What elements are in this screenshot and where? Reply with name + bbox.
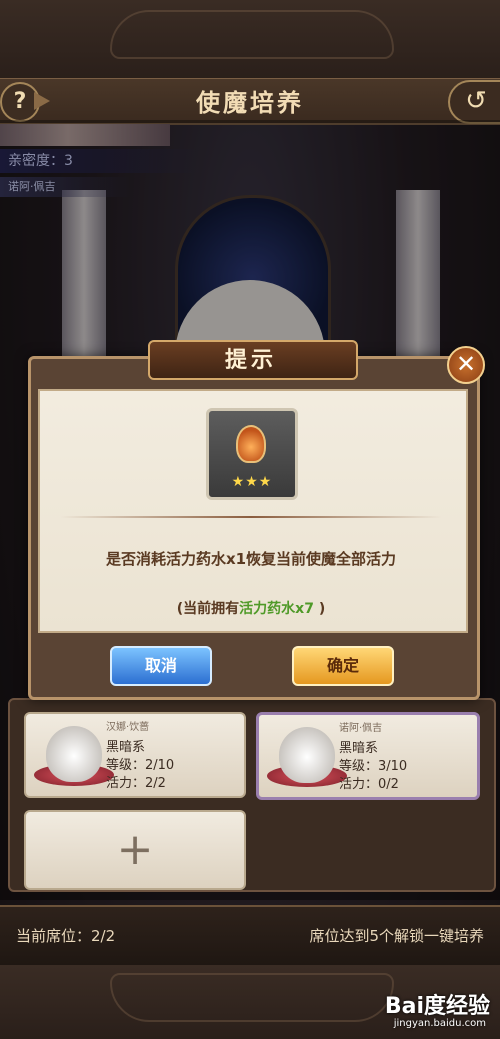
current-seat-label: 当前席位：2/2 (16, 927, 116, 945)
familiar-energy: 活力：0/2 (339, 777, 399, 792)
familiar-card[interactable]: 汉娜·饮蔷 黑暗系 等级：2/10 活力：2/2 (24, 712, 246, 798)
page-title: 使魔培养 (196, 89, 304, 117)
dialog-title: 提示 (224, 348, 277, 373)
top-ornate-frame (0, 0, 500, 82)
cancel-button[interactable]: 取消 (110, 646, 212, 686)
owned-item: 活力药水x7 (239, 601, 314, 617)
confirm-button[interactable]: 确定 (292, 646, 394, 686)
owned-prefix: (当前拥有 (176, 601, 240, 617)
help-arrow-icon (34, 92, 50, 110)
familiar-name: 诺阿·佩吉 (339, 723, 383, 734)
divider (60, 516, 442, 518)
energy-potion-icon (236, 425, 266, 463)
watermark-url: jingyan.baidu.com (393, 1018, 486, 1029)
familiar-type: 黑暗系 (339, 741, 379, 756)
unlock-hint-label: 席位达到5个解锁一键培养 (309, 927, 484, 945)
familiar-level: 等级：2/10 (106, 758, 175, 773)
add-familiar-button[interactable]: + (24, 810, 246, 890)
item-stars: ★★★ (231, 474, 273, 490)
dialog-message: 是否消耗活力药水x1恢复当前使魔全部活力 (105, 550, 397, 568)
egg-icon (279, 727, 335, 783)
familiar-name: 汉娜·饮蔷 (106, 722, 150, 733)
owned-count-text: (当前拥有活力药水x7 ) (38, 598, 464, 618)
close-button[interactable]: ✕ (447, 346, 485, 384)
familiar-type: 黑暗系 (106, 740, 146, 755)
back-button[interactable]: ↺ (448, 80, 500, 124)
watermark-logo: Bai度经验 (384, 994, 490, 1019)
familiar-energy: 活力：2/2 (106, 776, 166, 791)
familiar-card-selected[interactable]: 诺阿·佩吉 黑暗系 等级：3/10 活力：0/2 (256, 712, 480, 800)
familiar-level: 等级：3/10 (339, 759, 408, 774)
egg-icon (46, 726, 102, 782)
owned-suffix: ) (313, 601, 326, 617)
